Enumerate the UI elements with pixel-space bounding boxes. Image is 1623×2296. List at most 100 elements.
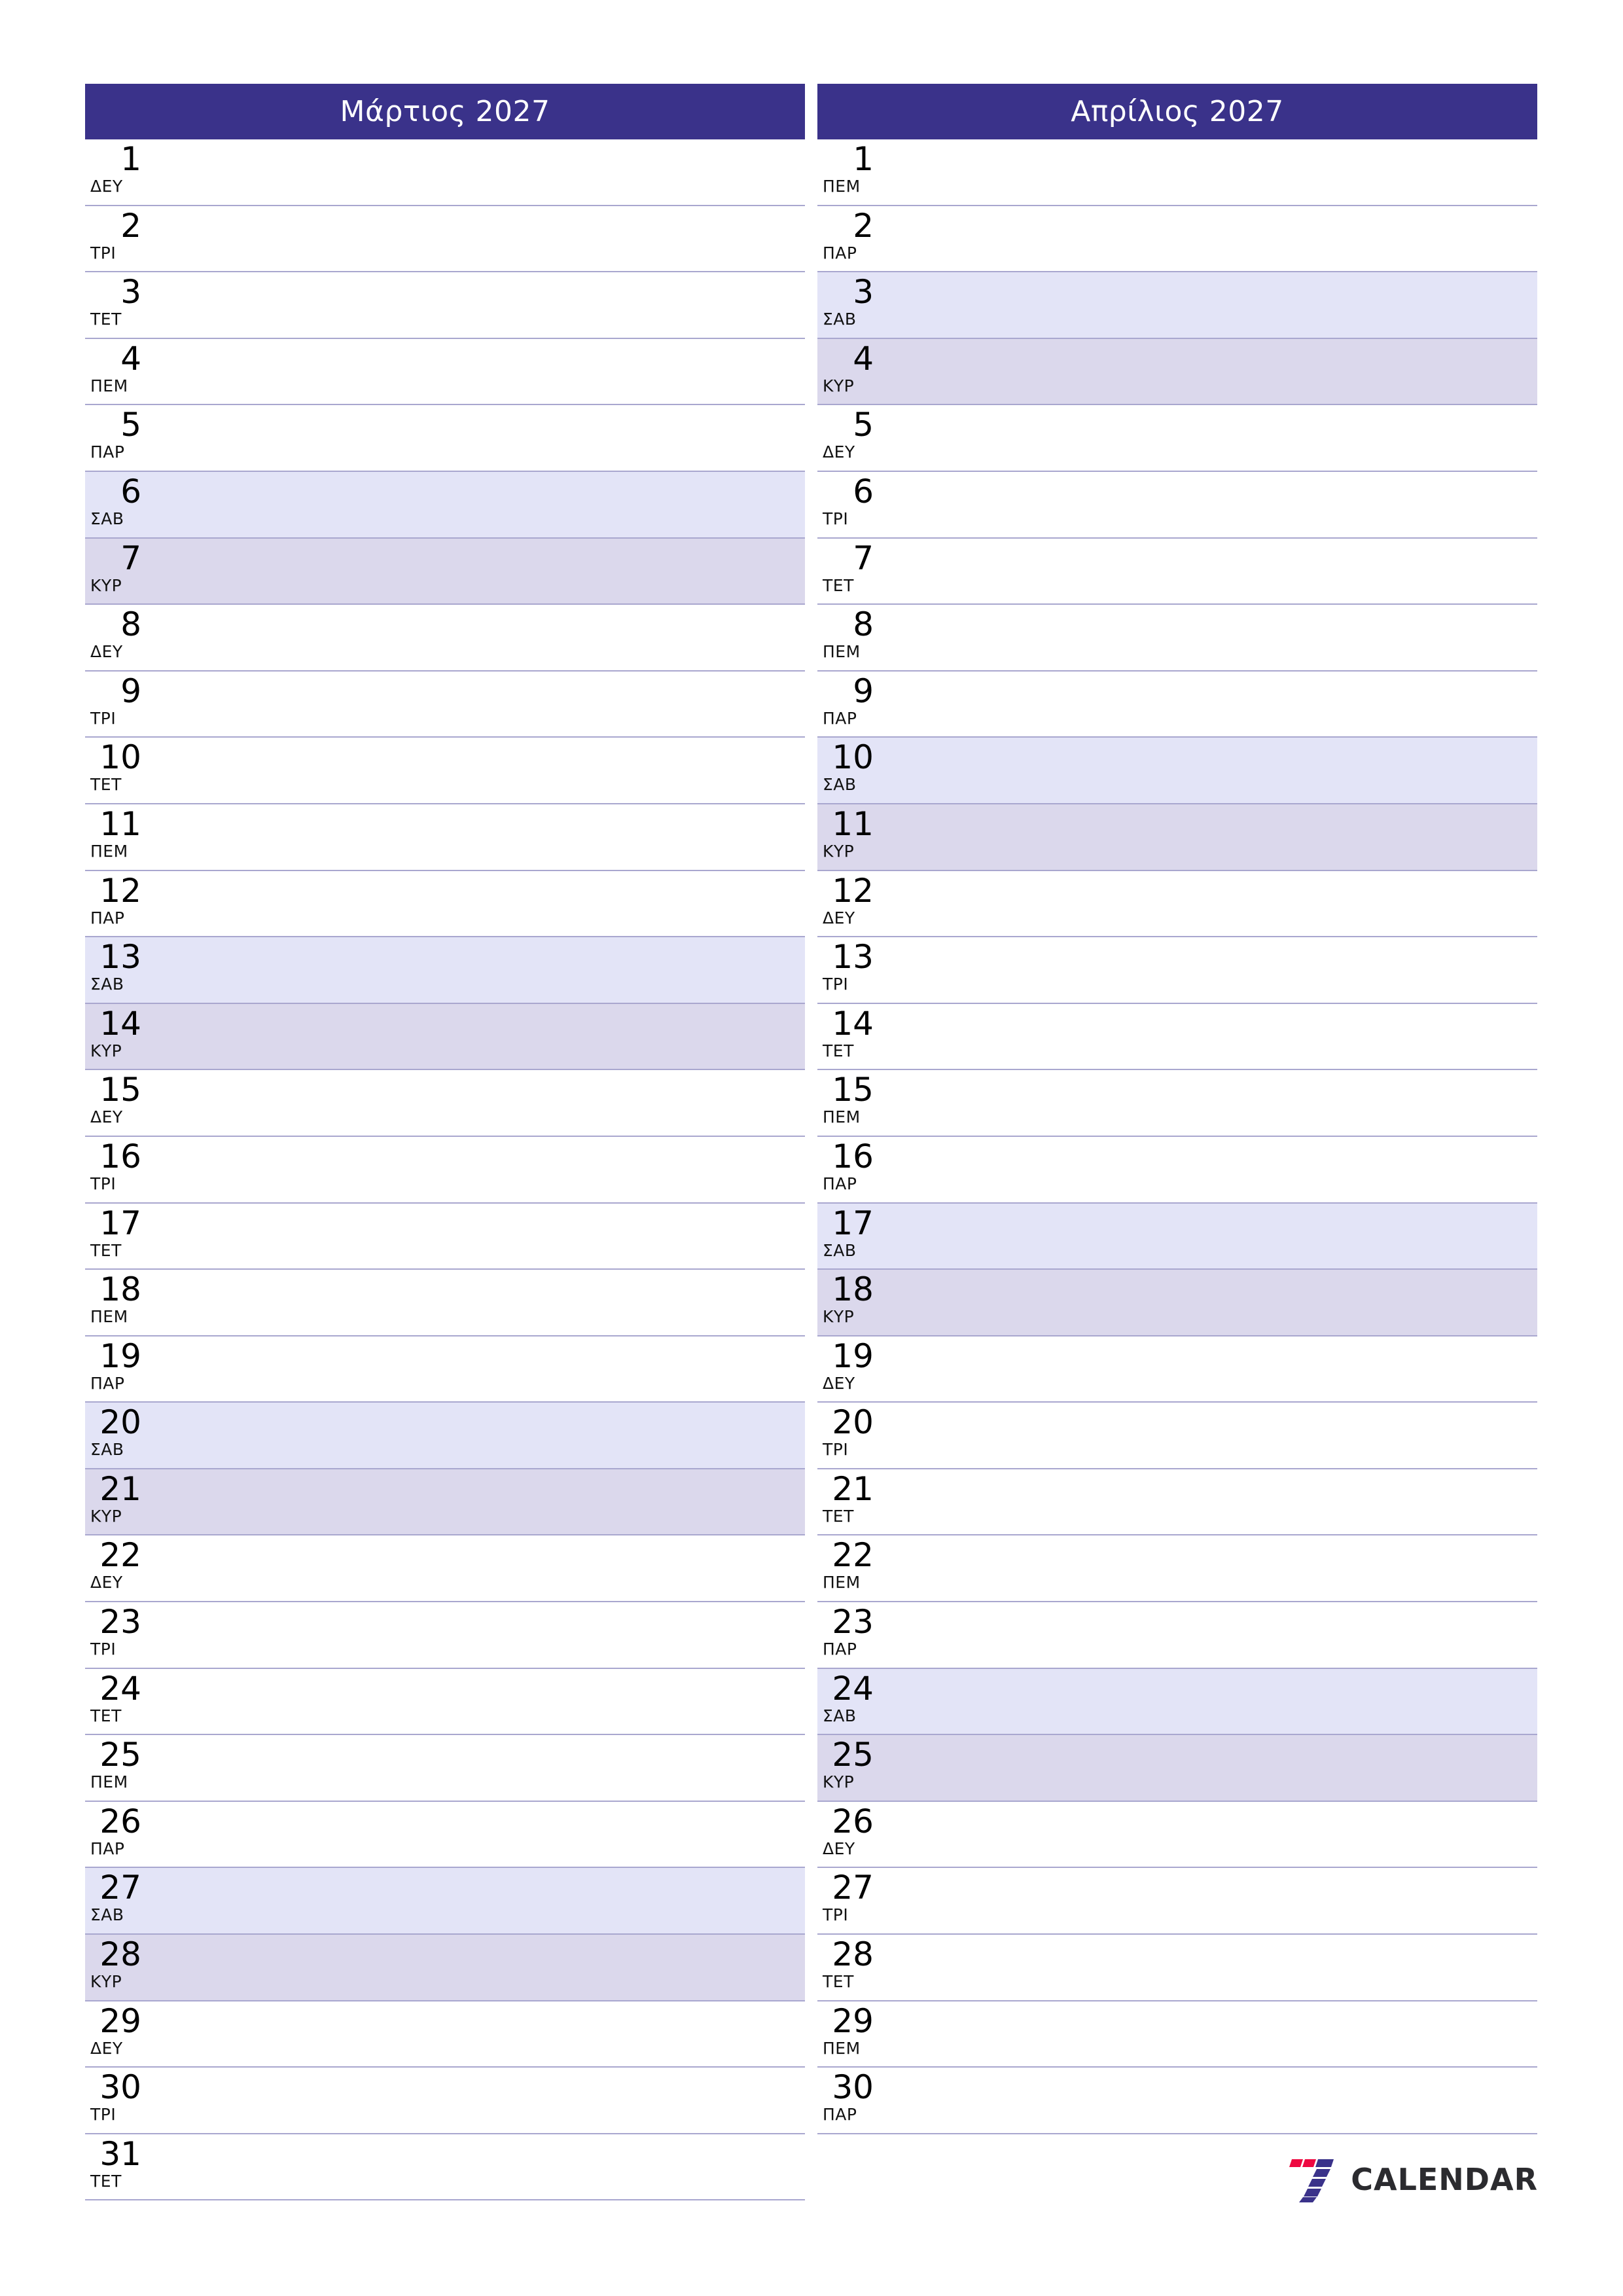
day-notes-area[interactable] [148, 672, 805, 737]
day-notes-area[interactable] [880, 405, 1537, 471]
day-row[interactable]: 27 ΤΡΙ [817, 1868, 1537, 1935]
day-notes-area[interactable] [148, 1336, 805, 1402]
day-row[interactable]: 5 ΠΑΡ [85, 405, 805, 472]
day-notes-area[interactable] [880, 539, 1537, 604]
day-notes-area[interactable] [880, 804, 1537, 870]
day-notes-area[interactable] [148, 738, 805, 803]
day-notes-area[interactable] [880, 1270, 1537, 1335]
day-row[interactable]: 3 ΣΑΒ [817, 272, 1537, 339]
day-row[interactable]: 6 ΣΑΒ [85, 471, 805, 539]
day-row[interactable]: 23 ΤΡΙ [85, 1602, 805, 1669]
day-notes-area[interactable] [148, 1868, 805, 1933]
day-row[interactable]: 22 ΠΕΜ [817, 1535, 1537, 1603]
day-notes-area[interactable] [148, 1735, 805, 1801]
day-notes-area[interactable] [148, 937, 805, 1003]
day-row[interactable]: 3 ΤΕΤ [85, 272, 805, 339]
day-notes-area[interactable] [148, 539, 805, 604]
day-row[interactable]: 18 ΚΥΡ [817, 1270, 1537, 1336]
day-notes-area[interactable] [148, 1602, 805, 1668]
day-row[interactable]: 4 ΚΥΡ [817, 338, 1537, 406]
day-notes-area[interactable] [148, 2068, 805, 2133]
day-row[interactable]: 25 ΠΕΜ [85, 1735, 805, 1802]
day-row[interactable]: 13 ΣΑΒ [85, 937, 805, 1004]
day-row[interactable]: 20 ΤΡΙ [817, 1403, 1537, 1469]
day-row[interactable]: 6 ΤΡΙ [817, 471, 1537, 539]
day-notes-area[interactable] [880, 1735, 1537, 1801]
day-notes-area[interactable] [148, 1669, 805, 1734]
day-notes-area[interactable] [148, 1469, 805, 1535]
day-row[interactable]: 20 ΣΑΒ [85, 1403, 805, 1469]
day-notes-area[interactable] [148, 339, 805, 404]
day-row[interactable]: 14 ΚΥΡ [85, 1003, 805, 1071]
day-notes-area[interactable] [148, 1403, 805, 1468]
day-notes-area[interactable] [148, 1004, 805, 1069]
day-notes-area[interactable] [880, 339, 1537, 404]
day-row[interactable]: 11 ΠΕΜ [85, 804, 805, 871]
day-notes-area[interactable] [880, 1004, 1537, 1069]
day-row[interactable]: 29 ΔΕΥ [85, 2001, 805, 2068]
day-notes-area[interactable] [148, 804, 805, 870]
day-row[interactable]: 23 ΠΑΡ [817, 1602, 1537, 1669]
day-notes-area[interactable] [148, 1137, 805, 1202]
day-notes-area[interactable] [880, 2001, 1537, 2067]
day-row[interactable]: 9 ΤΡΙ [85, 671, 805, 738]
day-row[interactable]: 22 ΔΕΥ [85, 1535, 805, 1603]
day-notes-area[interactable] [148, 1935, 805, 2000]
day-notes-area[interactable] [880, 672, 1537, 737]
day-row[interactable]: 28 ΚΥΡ [85, 1935, 805, 2001]
day-notes-area[interactable] [880, 206, 1537, 272]
day-notes-area[interactable] [880, 472, 1537, 537]
day-row[interactable]: 13 ΤΡΙ [817, 937, 1537, 1004]
day-row[interactable]: 26 ΔΕΥ [817, 1801, 1537, 1869]
day-row[interactable]: 25 ΚΥΡ [817, 1735, 1537, 1802]
day-row[interactable]: 24 ΣΑΒ [817, 1668, 1537, 1736]
day-row[interactable]: 7 ΚΥΡ [85, 538, 805, 605]
day-notes-area[interactable] [880, 1802, 1537, 1867]
day-notes-area[interactable] [148, 1535, 805, 1601]
day-row[interactable]: 26 ΠΑΡ [85, 1801, 805, 1869]
day-row[interactable]: 28 ΤΕΤ [817, 1935, 1537, 2001]
day-row[interactable]: 12 ΔΕΥ [817, 870, 1537, 938]
day-row[interactable]: 8 ΔΕΥ [85, 605, 805, 672]
day-row[interactable]: 10 ΤΕΤ [85, 738, 805, 804]
day-notes-area[interactable] [148, 1802, 805, 1867]
day-notes-area[interactable] [880, 1868, 1537, 1933]
day-row[interactable]: 5 ΔΕΥ [817, 405, 1537, 472]
day-notes-area[interactable] [880, 2068, 1537, 2133]
day-row[interactable]: 15 ΔΕΥ [85, 1070, 805, 1137]
day-notes-area[interactable] [148, 2001, 805, 2067]
day-notes-area[interactable] [880, 738, 1537, 803]
day-row[interactable]: 9 ΠΑΡ [817, 671, 1537, 738]
day-notes-area[interactable] [148, 871, 805, 937]
day-notes-area[interactable] [880, 1669, 1537, 1734]
day-row[interactable]: 29 ΠΕΜ [817, 2001, 1537, 2068]
day-row[interactable]: 14 ΤΕΤ [817, 1003, 1537, 1071]
day-row[interactable]: 30 ΤΡΙ [85, 2068, 805, 2134]
day-notes-area[interactable] [880, 1935, 1537, 2000]
day-row[interactable]: 19 ΔΕΥ [817, 1336, 1537, 1403]
day-row[interactable]: 21 ΤΕΤ [817, 1469, 1537, 1536]
day-row[interactable]: 27 ΣΑΒ [85, 1868, 805, 1935]
day-row[interactable]: 21 ΚΥΡ [85, 1469, 805, 1536]
day-row[interactable]: 16 ΤΡΙ [85, 1136, 805, 1204]
day-row[interactable]: 1 ΔΕΥ [85, 139, 805, 206]
day-row[interactable]: 7 ΤΕΤ [817, 538, 1537, 605]
day-notes-area[interactable] [148, 2134, 805, 2200]
day-notes-area[interactable] [880, 1137, 1537, 1202]
day-row[interactable]: 11 ΚΥΡ [817, 804, 1537, 871]
day-row[interactable]: 2 ΠΑΡ [817, 206, 1537, 273]
day-row[interactable]: 31 ΤΕΤ [85, 2134, 805, 2201]
day-row[interactable]: 17 ΤΕΤ [85, 1203, 805, 1270]
day-notes-area[interactable] [880, 1535, 1537, 1601]
day-notes-area[interactable] [880, 1469, 1537, 1535]
day-notes-area[interactable] [880, 272, 1537, 338]
day-notes-area[interactable] [880, 1204, 1537, 1269]
day-row[interactable]: 1 ΠΕΜ [817, 139, 1537, 206]
day-row[interactable]: 30 ΠΑΡ [817, 2068, 1537, 2134]
day-notes-area[interactable] [880, 937, 1537, 1003]
day-notes-area[interactable] [148, 605, 805, 670]
day-notes-area[interactable] [148, 472, 805, 537]
day-notes-area[interactable] [148, 206, 805, 272]
day-notes-area[interactable] [880, 1602, 1537, 1668]
day-row[interactable]: 19 ΠΑΡ [85, 1336, 805, 1403]
